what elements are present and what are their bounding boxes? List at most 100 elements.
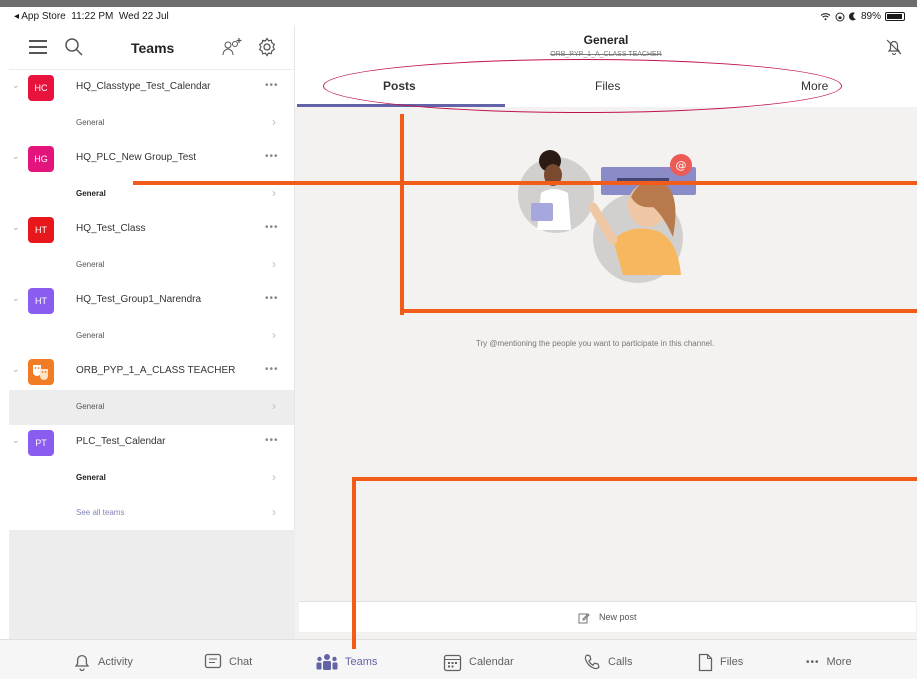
tab-more[interactable]: More [801,79,828,93]
nav-activity-label: Activity [98,656,133,668]
chevron-right-icon: › [272,257,276,271]
nav-more[interactable]: ••• More [806,650,852,674]
team-avatar [28,359,54,385]
team-name: HQ_Test_Group1_Narendra [76,294,202,305]
team-name: PLC_Test_Calendar [76,436,166,447]
team-name: ORB_PYP_1_A_CLASS TEACHER [76,365,236,376]
svg-text:@: @ [676,159,687,172]
team-more-options-icon[interactable]: ••• [265,80,279,91]
channel-row-general[interactable]: General › [9,461,294,496]
tab-files[interactable]: Files [595,79,620,93]
chevron-right-icon: › [272,505,276,519]
channel-label: General [76,331,105,340]
channel-label: General [76,260,105,269]
annotation-line [133,181,917,185]
see-all-teams-link[interactable]: See all teams [76,508,124,517]
chevron-right-icon: › [272,470,276,484]
back-to-app-store[interactable]: ◂ App Store [14,11,66,22]
channel-label: General [76,189,106,198]
status-bar: ◂ App Store 11:22 PM Wed 22 Jul 89% [0,7,917,25]
new-post-button[interactable]: New post [299,601,916,632]
moon-icon [848,12,856,21]
chevron-down-icon[interactable]: ⌄ [12,80,20,91]
see-all-teams-row[interactable]: See all teams › [9,496,294,531]
team-more-options-icon[interactable]: ••• [265,364,279,375]
file-icon [698,653,713,671]
team-list: ⌄ HC HQ_Classtype_Test_Calendar ••• General ›… [9,70,294,496]
annotation-line [400,309,917,313]
nav-files[interactable]: Files [698,650,743,674]
tab-posts[interactable]: Posts [383,79,416,93]
calendar-icon [443,654,462,671]
team-avatar: HG [28,146,54,172]
channel-row-general[interactable]: General › [9,390,294,425]
channel-title: General [583,33,629,47]
channel-row-general[interactable]: General › [9,106,294,141]
team-more-options-icon[interactable]: ••• [265,435,279,446]
team-row[interactable]: ⌄ HT HQ_Test_Class ••• [9,212,294,248]
channel-label: General [76,402,105,411]
nav-calendar[interactable]: Calendar [443,650,514,674]
chevron-down-icon[interactable]: ⌄ [12,222,20,233]
phone-icon [584,654,600,670]
join-create-team-icon[interactable] [221,36,243,58]
channel-row-general[interactable]: General › [9,319,294,354]
battery-percent: 89% [860,11,881,22]
team-row[interactable]: ⌄ ORB_PYP_1_A_CLASS TEACHER ••• [9,354,294,390]
channel-view: General ORB_PYP_1_A_CLASS TEACHER Posts … [295,25,917,639]
team-row[interactable]: ⌄ HG HQ_PLC_New Group_Test ••• [9,141,294,177]
wifi-icon [820,13,831,21]
nav-calendar-label: Calendar [469,656,514,668]
annotation-line [352,477,917,481]
notifications-off-icon[interactable] [884,37,904,57]
hamburger-menu-icon[interactable] [29,40,47,54]
annotation-line [400,114,404,315]
team-row[interactable]: ⌄ HT HQ_Test_Group1_Narendra ••• [9,283,294,319]
bell-icon [74,654,90,672]
chevron-right-icon: › [272,328,276,342]
teams-icon [316,654,338,670]
nav-files-label: Files [720,656,744,668]
chevron-down-icon[interactable]: ⌄ [12,151,20,162]
more-dots-icon: ••• [806,656,820,668]
sidebar-empty-area [9,530,295,639]
settings-gear-icon[interactable] [257,37,277,57]
nav-teams[interactable]: Teams [316,650,377,674]
sidebar-title: Teams [131,40,175,56]
team-avatar: HC [28,75,54,101]
channel-row-general[interactable]: General › [9,248,294,283]
team-name: HQ_Classtype_Test_Calendar [76,81,211,92]
nav-chat[interactable]: Chat [204,650,252,674]
nav-calls[interactable]: Calls [583,650,632,674]
search-icon[interactable] [64,37,84,57]
channel-header: General ORB_PYP_1_A_CLASS TEACHER Posts … [295,25,917,113]
team-row[interactable]: ⌄ HC HQ_Classtype_Test_Calendar ••• [9,70,294,106]
chevron-down-icon[interactable]: ⌄ [12,364,20,375]
battery-icon [885,12,905,21]
compose-icon [578,612,591,624]
new-post-label: New post [598,612,637,622]
team-more-options-icon[interactable]: ••• [265,151,279,162]
channel-team-name: ORB_PYP_1_A_CLASS TEACHER [550,51,662,58]
empty-channel-illustration: @ [518,150,696,283]
chevron-right-icon: › [272,399,276,413]
top-border [0,0,917,7]
chevron-down-icon[interactable]: ⌄ [12,435,20,446]
team-row[interactable]: ⌄ PT PLC_Test_Calendar ••• [9,425,294,461]
nav-chat-label: Chat [229,656,253,668]
nav-activity[interactable]: Activity [73,650,133,674]
active-tab-indicator [297,104,505,107]
lock-rotation-icon [835,12,845,21]
teams-sidebar: Teams ⌄ HC HQ_Classtype_Test_Calendar ••• Ge… [9,25,295,639]
team-more-options-icon[interactable]: ••• [265,222,279,233]
status-date: Wed 22 Jul [118,11,169,22]
team-avatar: HT [28,288,54,314]
team-avatar: PT [28,430,54,456]
nav-teams-label: Teams [345,656,378,668]
sidebar-header: Teams [9,25,294,70]
chevron-down-icon[interactable]: ⌄ [12,293,20,304]
team-avatar: HT [28,217,54,243]
nav-more-label: More [826,656,852,668]
team-more-options-icon[interactable]: ••• [265,293,279,304]
team-name: HQ_PLC_New Group_Test [76,152,197,163]
